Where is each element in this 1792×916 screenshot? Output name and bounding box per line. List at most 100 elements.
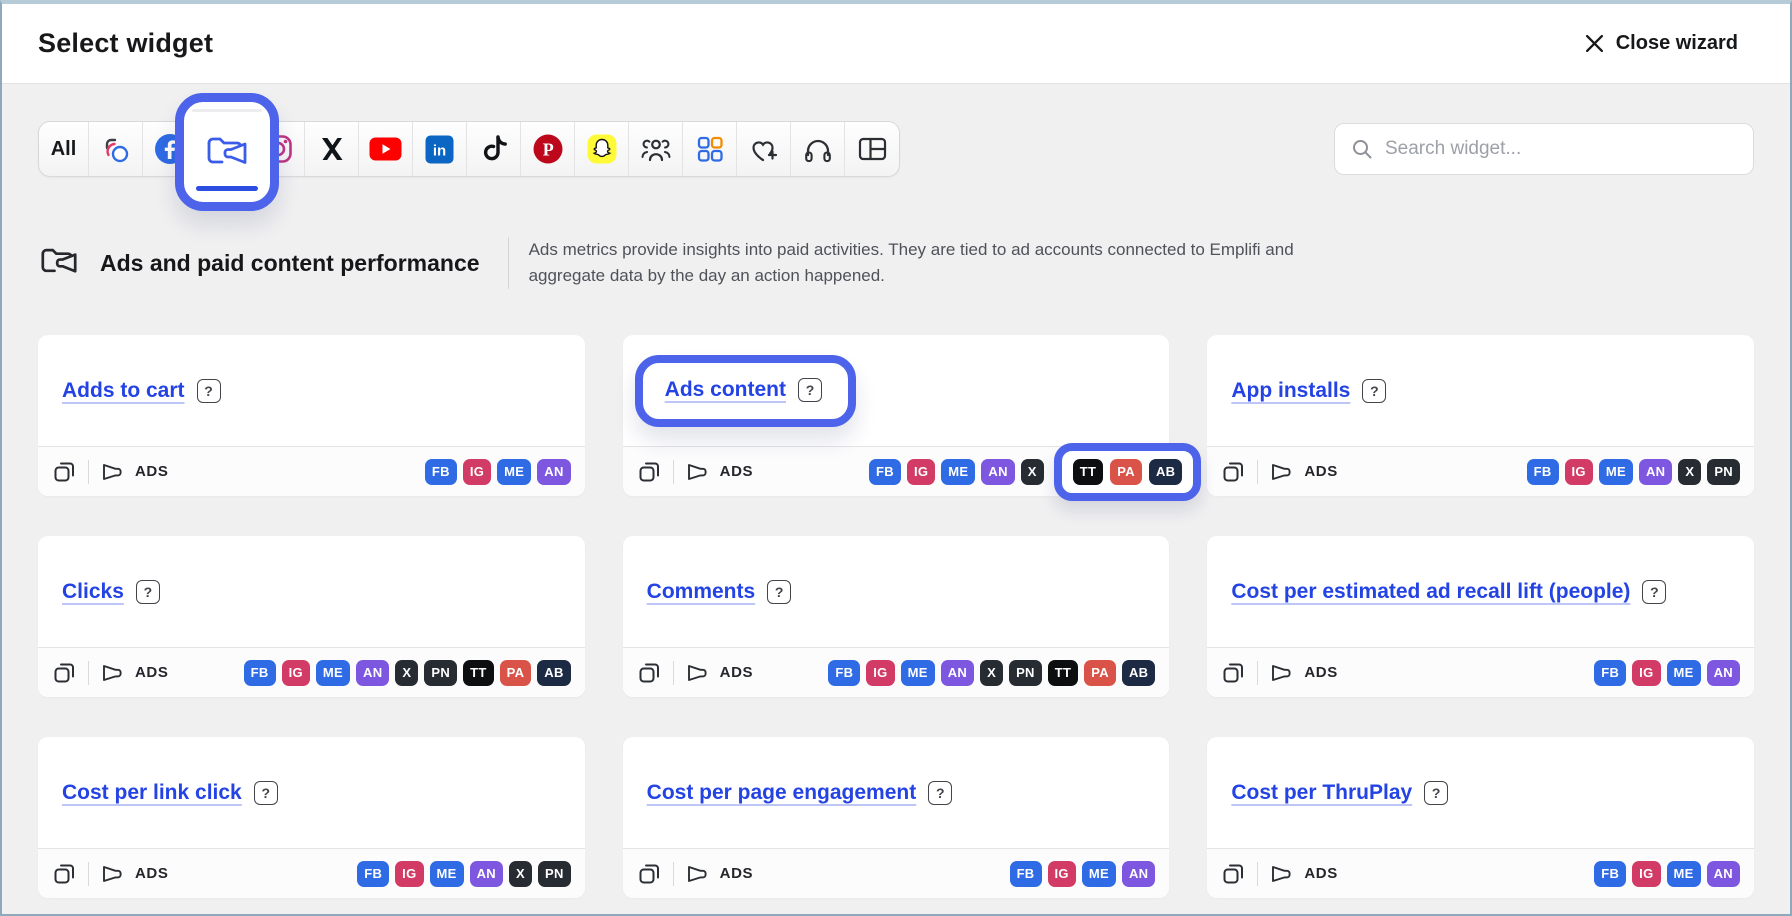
network-badges: FBIGMEAN [1594, 861, 1740, 887]
help-icon[interactable]: ? [197, 379, 221, 403]
network-badge-fb: FB [357, 861, 389, 887]
network-badge-ig: IG [866, 660, 894, 686]
network-badge-fb: FB [425, 459, 457, 485]
network-badge-x: X [509, 861, 532, 887]
network-badge-an: AN [941, 660, 974, 686]
network-badge-ig: IG [282, 660, 310, 686]
widget-title-link[interactable]: Comments [647, 577, 756, 607]
network-badge-ig: IG [907, 459, 935, 485]
copy-widget-icon[interactable] [637, 660, 662, 685]
help-icon[interactable]: ? [136, 580, 160, 604]
copy-widget-icon[interactable] [52, 660, 77, 685]
megaphone-icon [685, 663, 709, 683]
widget-card: Cost per link click ? ADS FBIGMEANXPN [38, 737, 585, 898]
copy-widget-icon[interactable] [637, 861, 662, 886]
megaphone-icon [100, 864, 124, 884]
filter-tab-tiktok[interactable] [467, 122, 521, 176]
network-badge-pn: PN [1009, 660, 1042, 686]
select-widget-dialog: Select widget Close wizard AllinP Ads an… [0, 0, 1792, 916]
section-header: Ads and paid content performance Ads met… [38, 237, 1754, 289]
help-icon[interactable]: ? [928, 781, 952, 805]
widget-card-footer: ADS FBIGMEANXPNTTPAAB [38, 647, 585, 697]
svg-text:P: P [542, 140, 553, 160]
network-badge-ig: IG [1632, 861, 1660, 887]
search-widget-box[interactable] [1334, 123, 1754, 175]
annotation-ring-badges: TTPAAB [1054, 443, 1202, 501]
active-tab-indicator [196, 186, 258, 191]
widget-title-link[interactable]: App installs [1231, 376, 1350, 406]
megaphone-icon [100, 663, 124, 683]
network-badge-ig: IG [463, 459, 491, 485]
network-badge-ab: AB [537, 660, 570, 686]
section-title: Ads and paid content performance [100, 250, 480, 277]
network-badges: FBIGMEANXTTPAAB [869, 459, 1155, 485]
widget-card-footer: ADS FBIGMEANXTTPAAB [623, 446, 1170, 496]
network-badge-me: ME [430, 861, 464, 887]
widget-title-link[interactable]: Adds to cart [62, 376, 185, 406]
filter-tab-youtube[interactable] [359, 122, 413, 176]
filter-tab-x[interactable] [305, 122, 359, 176]
search-input[interactable] [1385, 138, 1737, 160]
filter-area: All in P [38, 121, 1754, 177]
help-icon[interactable]: ? [767, 580, 791, 604]
help-icon[interactable]: ? [1362, 379, 1386, 403]
widget-card-grid: Adds to cart ? ADS FBIGMEAN Ads content … [38, 335, 1754, 898]
network-badge-an: AN [1639, 459, 1672, 485]
annotation-ring-ads-tab [175, 93, 279, 211]
copy-widget-icon[interactable] [637, 459, 662, 484]
network-badge-fb: FB [1527, 459, 1559, 485]
network-badge-an: AN [356, 660, 389, 686]
filter-tab-content[interactable] [89, 122, 143, 176]
widget-title-link[interactable]: Cost per link click [62, 778, 242, 808]
close-wizard-button[interactable]: Close wizard [1585, 32, 1738, 55]
network-badge-ig: IG [1632, 660, 1660, 686]
network-badge-me: ME [1667, 861, 1701, 887]
network-badge-an: AN [470, 861, 503, 887]
help-icon[interactable]: ? [1642, 580, 1666, 604]
widget-title-link[interactable]: Cost per estimated ad recall lift (peopl… [1231, 577, 1630, 607]
filter-tab-listening[interactable] [791, 122, 845, 176]
filter-tab-apps[interactable] [683, 122, 737, 176]
svg-text:in: in [433, 142, 446, 159]
widget-type-label: ADS [720, 463, 753, 480]
filter-tab-dashboard[interactable] [845, 122, 899, 176]
copy-widget-icon[interactable] [1221, 660, 1246, 685]
ads-filter-icon[interactable] [204, 130, 250, 175]
megaphone-icon [1269, 462, 1293, 482]
network-badge-me: ME [941, 459, 975, 485]
widget-card: Cost per estimated ad recall lift (peopl… [1207, 536, 1754, 697]
search-icon [1351, 138, 1373, 160]
network-badge-me: ME [316, 660, 350, 686]
network-badge-pa: PA [1084, 660, 1116, 686]
copy-widget-icon[interactable] [1221, 459, 1246, 484]
filter-tab-audience[interactable] [629, 122, 683, 176]
widget-title-link[interactable]: Ads content [665, 375, 786, 405]
help-icon[interactable]: ? [254, 781, 278, 805]
widget-type-label: ADS [135, 865, 168, 882]
network-badge-an: AN [981, 459, 1014, 485]
network-badge-an: AN [1707, 660, 1740, 686]
widget-card-footer: ADS FBIGMEAN [1207, 848, 1754, 898]
megaphone-icon [100, 462, 124, 482]
widget-type-label: ADS [135, 664, 168, 681]
network-badge-me: ME [1667, 660, 1701, 686]
filter-tab-linkedin[interactable]: in [413, 122, 467, 176]
filter-tab-snapchat[interactable] [575, 122, 629, 176]
widget-card: App installs ? ADS FBIGMEANXPN [1207, 335, 1754, 496]
widget-title-link[interactable]: Clicks [62, 577, 124, 607]
network-badge-an: AN [537, 459, 570, 485]
widget-card-footer: ADS FBIGMEAN [1207, 647, 1754, 697]
copy-widget-icon[interactable] [52, 459, 77, 484]
widget-title-link[interactable]: Cost per ThruPlay [1231, 778, 1412, 808]
widget-title-link[interactable]: Cost per page engagement [647, 778, 917, 808]
filter-tab-care[interactable] [737, 122, 791, 176]
filter-tab-all[interactable]: All [39, 122, 89, 176]
copy-widget-icon[interactable] [1221, 861, 1246, 886]
network-badge-ab: AB [1149, 459, 1182, 485]
widget-card: Adds to cart ? ADS FBIGMEAN [38, 335, 585, 496]
close-icon [1585, 34, 1604, 53]
copy-widget-icon[interactable] [52, 861, 77, 886]
help-icon[interactable]: ? [798, 378, 822, 402]
help-icon[interactable]: ? [1424, 781, 1448, 805]
filter-tab-pinterest[interactable]: P [521, 122, 575, 176]
